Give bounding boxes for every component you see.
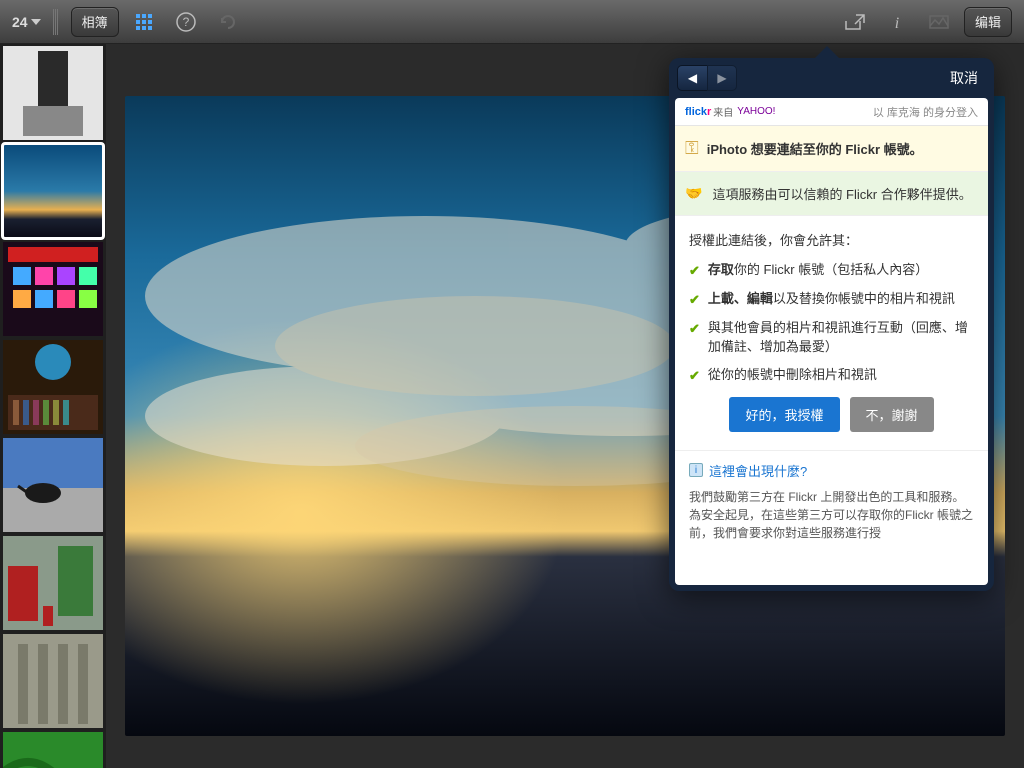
- nav-back-button[interactable]: ◀: [677, 65, 707, 91]
- perm-text: 以及替換你帳號中的相片和視訊: [773, 291, 955, 306]
- thumbnail-canon[interactable]: [3, 242, 103, 336]
- authorize-button[interactable]: 好的，我授權: [729, 397, 839, 432]
- share-icon[interactable]: [838, 7, 872, 37]
- count-number: 24: [12, 14, 28, 30]
- decline-button[interactable]: 不，謝謝: [850, 397, 934, 432]
- info-section: i 這裡會出現什麼? 我們鼓勵第三方在 Flickr 上開發出色的工具和服務。為安…: [675, 451, 988, 552]
- effects-icon[interactable]: [922, 7, 956, 37]
- thumbnail-grass[interactable]: [3, 732, 103, 768]
- thumbnail-bar[interactable]: [3, 340, 103, 434]
- cancel-button[interactable]: 取消: [942, 64, 986, 92]
- key-icon: ⚿: [685, 138, 699, 159]
- popover-navbar: ◀ ▶ 取消: [669, 58, 994, 98]
- auth-button-row: 好的，我授權 不，謝謝: [689, 397, 974, 432]
- undo-icon: [211, 7, 245, 37]
- dropdown-triangle-icon: [31, 19, 41, 25]
- perm-text: 與其他會員的相片和視訊進行互動（回應、增加備註、增加為最愛）: [708, 320, 968, 353]
- trusted-notice-text: 這項服務由可以信賴的 Flickr 合作夥伴提供。: [712, 184, 971, 203]
- flickr-auth-popover: ◀ ▶ 取消 flickr 来自 YAHOO! 以 库克海 的身分登入 ⚿ iP…: [669, 58, 994, 591]
- thumbnail-bird[interactable]: [3, 438, 103, 532]
- thumbnail-strip[interactable]: [0, 44, 106, 768]
- check-icon: ✔: [689, 291, 700, 309]
- auth-intro-text: 授權此連結後，你會允許其：: [689, 230, 974, 249]
- from-label: 来自: [713, 104, 733, 119]
- permissions-list: ✔ 存取你的 Flickr 帳號（包括私人內容） ✔ 上載、編輯以及替換你帳號中的相…: [689, 261, 974, 385]
- edit-label: 编辑: [975, 12, 1001, 31]
- flickr-logo: flickr: [685, 106, 711, 118]
- check-icon: ✔: [689, 320, 700, 355]
- trusted-notice: 🤝 這項服務由可以信賴的 Flickr 合作夥伴提供。: [675, 172, 988, 216]
- albums-button[interactable]: 相簿: [71, 7, 119, 37]
- nav-forward-button[interactable]: ▶: [707, 65, 737, 91]
- permission-item: ✔ 從你的帳號中刪除相片和視訊: [689, 366, 974, 385]
- edit-button[interactable]: 编辑: [964, 7, 1012, 37]
- info-body-text: 我們鼓勵第三方在 Flickr 上開發出色的工具和服務。為安全起見，在這些第三方…: [689, 488, 974, 542]
- thumbnail-sunset[interactable]: [3, 144, 103, 238]
- thumbnail-skyscraper[interactable]: [3, 46, 103, 140]
- info-icon[interactable]: i: [880, 7, 914, 37]
- perm-text: 從你的帳號中刪除相片和視訊: [708, 367, 877, 382]
- connect-notice: ⚿ iPhoto 想要連結至你的 Flickr 帳號。: [675, 126, 988, 172]
- grid-view-icon[interactable]: [127, 7, 161, 37]
- permission-item: ✔與其他會員的相片和視訊進行互動（回應、增加備註、增加為最愛）: [689, 319, 974, 355]
- handshake-icon: 🤝: [685, 185, 702, 202]
- permission-item: ✔ 上載、編輯以及替換你帳號中的相片和視訊: [689, 290, 974, 309]
- popover-body: flickr 来自 YAHOO! 以 库克海 的身分登入 ⚿ iPhoto 想要…: [675, 98, 988, 585]
- check-icon: ✔: [689, 262, 700, 280]
- thumbnail-columns[interactable]: [3, 634, 103, 728]
- albums-label: 相簿: [82, 12, 108, 31]
- yahoo-logo: YAHOO!: [737, 106, 775, 117]
- perm-bold: 上載、編輯: [708, 291, 773, 306]
- svg-text:?: ?: [182, 15, 189, 29]
- signed-in-as: 以 库克海 的身分登入: [873, 104, 978, 120]
- top-toolbar: 24 相簿 ? i 编辑: [0, 0, 1024, 44]
- perm-bold: 存取: [708, 262, 734, 277]
- check-icon: ✔: [689, 367, 700, 385]
- help-icon[interactable]: ?: [169, 7, 203, 37]
- info-title: i 這裡會出現什麼?: [689, 461, 974, 480]
- flickr-header: flickr 来自 YAHOO! 以 库克海 的身分登入: [675, 98, 988, 126]
- toolbar-divider: [53, 9, 59, 35]
- info-title-text: 這裡會出現什麼?: [709, 461, 807, 480]
- permission-item: ✔ 存取你的 Flickr 帳號（包括私人內容）: [689, 261, 974, 280]
- perm-text: 你的 Flickr 帳號（包括私人內容）: [734, 262, 928, 277]
- connect-notice-text: iPhoto 想要連結至你的 Flickr 帳號。: [707, 139, 923, 158]
- photo-count[interactable]: 24: [8, 14, 45, 30]
- info-icon: i: [689, 463, 703, 477]
- thumbnail-street[interactable]: [3, 536, 103, 630]
- svg-text:i: i: [895, 15, 899, 31]
- authorization-section: 授權此連結後，你會允許其： ✔ 存取你的 Flickr 帳號（包括私人內容） ✔ 上…: [675, 216, 988, 451]
